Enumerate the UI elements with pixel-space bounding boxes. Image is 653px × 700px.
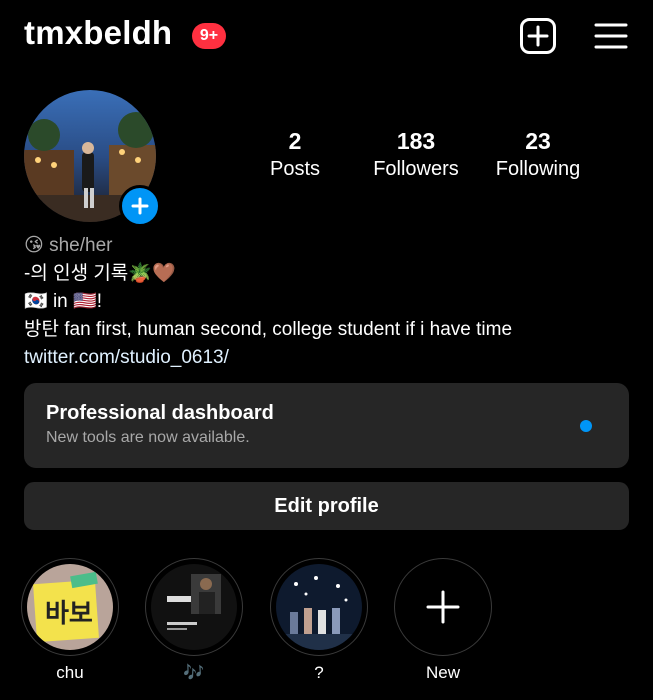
highlight-ring: 바보 xyxy=(21,558,119,656)
menu-button[interactable] xyxy=(594,20,628,52)
plus-icon xyxy=(426,590,460,624)
plus-square-icon xyxy=(520,18,556,54)
followers-count: 183 xyxy=(396,128,436,154)
highlight-ring xyxy=(270,558,368,656)
korea-flag-emoji: 🇰🇷 xyxy=(24,291,48,312)
bio-line-1-emojis: 🪴🤎 xyxy=(128,263,176,284)
create-post-button[interactable] xyxy=(519,17,557,55)
dashboard-title: Professional dashboard xyxy=(46,402,274,424)
posts-label: Posts xyxy=(269,158,321,180)
highlight-item[interactable]: 바보 chu xyxy=(21,558,119,684)
plus-icon xyxy=(131,197,149,215)
posts-count: 2 xyxy=(288,128,302,154)
highlight-item[interactable]: 🎶 xyxy=(145,558,243,684)
dashboard-subtitle: New tools are now available. xyxy=(46,429,250,446)
notification-badge[interactable]: 9+ xyxy=(192,23,226,49)
bio-line-1: -의 인생 기록🪴🤎 xyxy=(24,260,176,288)
highlight-label: 🎶 xyxy=(183,663,205,682)
following-count: 23 xyxy=(525,128,551,154)
hamburger-menu-icon xyxy=(594,23,628,49)
profile-username: tmxbeldh xyxy=(24,14,173,51)
edit-profile-button[interactable]: Edit profile xyxy=(24,482,629,530)
bio-line-3: 방탄 fan first, human second, college stud… xyxy=(24,319,513,340)
highlight-label: ? xyxy=(314,663,324,682)
highlight-cover xyxy=(276,564,362,650)
bio-line-2: 🇰🇷 in 🇺🇸! xyxy=(24,288,102,316)
pronouns-line: 😘 she/her xyxy=(24,232,112,260)
bio-line-2-text: in xyxy=(47,291,74,313)
following-stat[interactable]: 23 Following xyxy=(484,127,592,183)
highlight-cover xyxy=(151,564,237,650)
kissing-face-emoji: 😘 xyxy=(24,235,44,256)
bio-link[interactable]: twitter.com/studio_0613/ xyxy=(24,344,229,372)
usa-flag-emoji: 🇺🇸 xyxy=(73,291,97,312)
bio-line-1-text: -의 인생 기록 xyxy=(24,263,129,285)
add-story-button[interactable] xyxy=(119,185,161,227)
highlight-label: chu xyxy=(56,663,84,682)
highlight-label: New xyxy=(425,663,460,682)
posts-stat[interactable]: 2 Posts xyxy=(250,127,340,183)
professional-dashboard-card[interactable]: Professional dashboard New tools are now… xyxy=(24,383,629,468)
new-highlight-ring xyxy=(394,558,492,656)
highlight-ring xyxy=(145,558,243,656)
bio-line-2-end: ! xyxy=(96,291,102,313)
followers-label: Followers xyxy=(373,158,459,180)
new-indicator-dot xyxy=(580,420,592,432)
pronouns-text: she/her xyxy=(49,235,113,257)
highlight-item[interactable]: ? xyxy=(270,558,368,684)
following-label: Following xyxy=(495,158,581,180)
highlight-cover: 바보 xyxy=(27,564,113,650)
followers-stat[interactable]: 183 Followers xyxy=(362,127,470,183)
svg-text:바보: 바보 xyxy=(45,599,93,629)
new-highlight-button[interactable]: New xyxy=(394,558,492,684)
